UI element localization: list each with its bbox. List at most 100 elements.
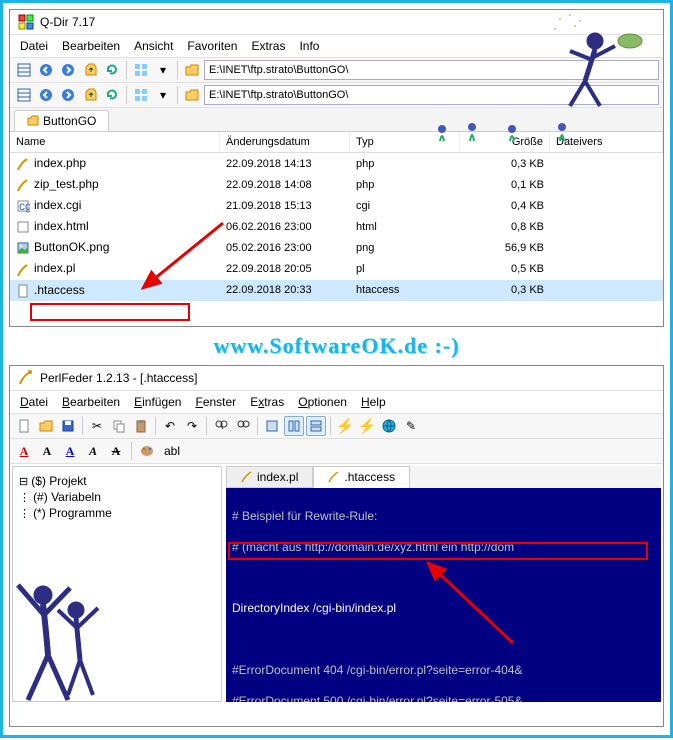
file-row[interactable]: index.pl22.09.2018 20:05pl0,5 KB — [10, 258, 663, 279]
menu-extras[interactable]: Extras — [251, 39, 285, 53]
col-size[interactable]: Größe — [460, 132, 550, 152]
dropdown-button[interactable]: ▾ — [153, 60, 173, 80]
run2-button[interactable]: ⚡ — [357, 416, 377, 436]
qdir-app-icon — [18, 14, 34, 30]
strike-button[interactable]: A — [106, 441, 126, 461]
refresh-button-2[interactable] — [102, 85, 122, 105]
forward-button-2[interactable] — [58, 85, 78, 105]
tree-projekt[interactable]: ⊟ ($) Projekt — [19, 473, 215, 489]
col-name[interactable]: Name — [10, 132, 220, 152]
menu-favoriten[interactable]: Favoriten — [187, 39, 237, 53]
file-row[interactable]: index.html06.02.2016 23:00html0,8 KB — [10, 216, 663, 237]
file-size: 0,8 KB — [460, 219, 550, 235]
separator — [257, 417, 258, 435]
pf-menu-bearbeiten[interactable]: Bearbeiten — [62, 395, 120, 409]
folder-icon-2[interactable] — [182, 85, 202, 105]
forward-button[interactable] — [58, 60, 78, 80]
tab-htaccess[interactable]: .htaccess — [313, 466, 410, 488]
folder-icon[interactable] — [182, 60, 202, 80]
tree-programme[interactable]: ⋮ (*) Programme — [19, 505, 215, 521]
tree-variabeln[interactable]: ⋮ (#) Variabeln — [19, 489, 215, 505]
open-button[interactable] — [36, 416, 56, 436]
menu-ansicht[interactable]: Ansicht — [134, 39, 173, 53]
up-button[interactable] — [80, 60, 100, 80]
font-color-button[interactable]: A — [14, 441, 34, 461]
italic-button[interactable]: A — [83, 441, 103, 461]
browser-button[interactable] — [379, 416, 399, 436]
new-button[interactable] — [14, 416, 34, 436]
back-button-2[interactable] — [36, 85, 56, 105]
edit-button[interactable]: ✎ — [401, 416, 421, 436]
separator — [177, 61, 178, 79]
separator — [177, 86, 178, 104]
separator — [330, 417, 331, 435]
file-row[interactable]: index.php22.09.2018 14:13php0,3 KB — [10, 153, 663, 174]
qdir-titlebar[interactable]: Q-Dir 7.17 — [10, 10, 663, 35]
paste-button[interactable] — [131, 416, 151, 436]
project-tree[interactable]: ⊟ ($) Projekt ⋮ (#) Variabeln ⋮ (*) Prog… — [12, 466, 222, 702]
file-date: 21.09.2018 15:13 — [220, 198, 350, 214]
menu-bearbeiten[interactable]: Bearbeiten — [62, 39, 120, 53]
file-date: 22.09.2018 20:33 — [220, 282, 350, 298]
file-icon — [16, 178, 30, 192]
pf-menu-datei[interactable]: Datei — [20, 395, 48, 409]
file-row[interactable]: ButtonOK.png05.02.2016 23:00png56,9 KB — [10, 237, 663, 258]
view-button-2[interactable] — [14, 85, 34, 105]
file-date: 06.02.2016 23:00 — [220, 219, 350, 235]
file-type: png — [350, 240, 460, 256]
panel2-button[interactable] — [284, 416, 304, 436]
up-button-2[interactable] — [80, 85, 100, 105]
layout-button-2[interactable] — [131, 85, 151, 105]
file-row[interactable]: zip_test.php22.09.2018 14:08php0,1 KB — [10, 174, 663, 195]
file-type: php — [350, 156, 460, 172]
undo-button[interactable]: ↶ — [160, 416, 180, 436]
copy-button[interactable] — [109, 416, 129, 436]
pf-menu-einfuegen[interactable]: Einfügen — [134, 395, 181, 409]
dropdown-button-2[interactable]: ▾ — [153, 85, 173, 105]
panel3-button[interactable] — [306, 416, 326, 436]
menu-datei[interactable]: Datei — [20, 39, 48, 53]
layout-button[interactable] — [131, 60, 151, 80]
replace-button[interactable] — [233, 416, 253, 436]
palette-button[interactable] — [137, 441, 157, 461]
file-name: index.cgi — [34, 198, 81, 212]
back-button[interactable] — [36, 60, 56, 80]
file-type: php — [350, 177, 460, 193]
redo-button[interactable]: ↷ — [182, 416, 202, 436]
find-button[interactable] — [211, 416, 231, 436]
code-editor[interactable]: # Beispiel für Rewrite-Rule: # (macht au… — [226, 488, 661, 702]
folder-tab[interactable]: ButtonGO — [14, 110, 109, 131]
perlfeder-titlebar[interactable]: PerlFeder 1.2.13 - [.htaccess] — [10, 366, 663, 391]
tab-index-pl[interactable]: index.pl — [226, 466, 313, 488]
pf-menu-optionen[interactable]: Optionen — [298, 395, 347, 409]
save-button[interactable] — [58, 416, 78, 436]
view-button[interactable] — [14, 60, 34, 80]
panel1-button[interactable] — [262, 416, 282, 436]
refresh-button[interactable] — [102, 60, 122, 80]
file-name: ButtonOK.png — [34, 240, 109, 254]
perlfeder-format-toolbar: A A A A A abl — [10, 439, 663, 464]
pf-menu-fenster[interactable]: Fenster — [195, 395, 236, 409]
separator — [206, 417, 207, 435]
address-bar-1[interactable] — [204, 60, 659, 80]
cut-button[interactable]: ✂ — [87, 416, 107, 436]
perlfeder-toolbar: ✂ ↶ ↷ ⚡ ⚡ ✎ — [10, 414, 663, 439]
file-row[interactable]: .htaccess22.09.2018 20:33htaccess0,3 KB — [10, 280, 663, 301]
underline-button[interactable]: A — [60, 441, 80, 461]
address-bar-2[interactable] — [204, 85, 659, 105]
file-type: html — [350, 219, 460, 235]
separator — [131, 442, 132, 460]
pf-menu-help[interactable]: Help — [361, 395, 386, 409]
abl-button[interactable]: abl — [160, 441, 184, 461]
col-extra[interactable]: Dateivers — [550, 132, 663, 152]
feather-icon — [241, 471, 253, 483]
col-type[interactable]: Typ — [350, 132, 460, 152]
file-size: 0,3 KB — [460, 282, 550, 298]
col-date[interactable]: Änderungsdatum — [220, 132, 350, 152]
pf-menu-extras[interactable]: Extras — [250, 395, 284, 409]
run-button[interactable]: ⚡ — [335, 416, 355, 436]
column-headers: Name Änderungsdatum Typ Größe Dateivers — [10, 132, 663, 153]
menu-info[interactable]: Info — [299, 39, 319, 53]
bold-button[interactable]: A — [37, 441, 57, 461]
file-row[interactable]: cgiindex.cgi21.09.2018 15:13cgi0,4 KB — [10, 195, 663, 216]
